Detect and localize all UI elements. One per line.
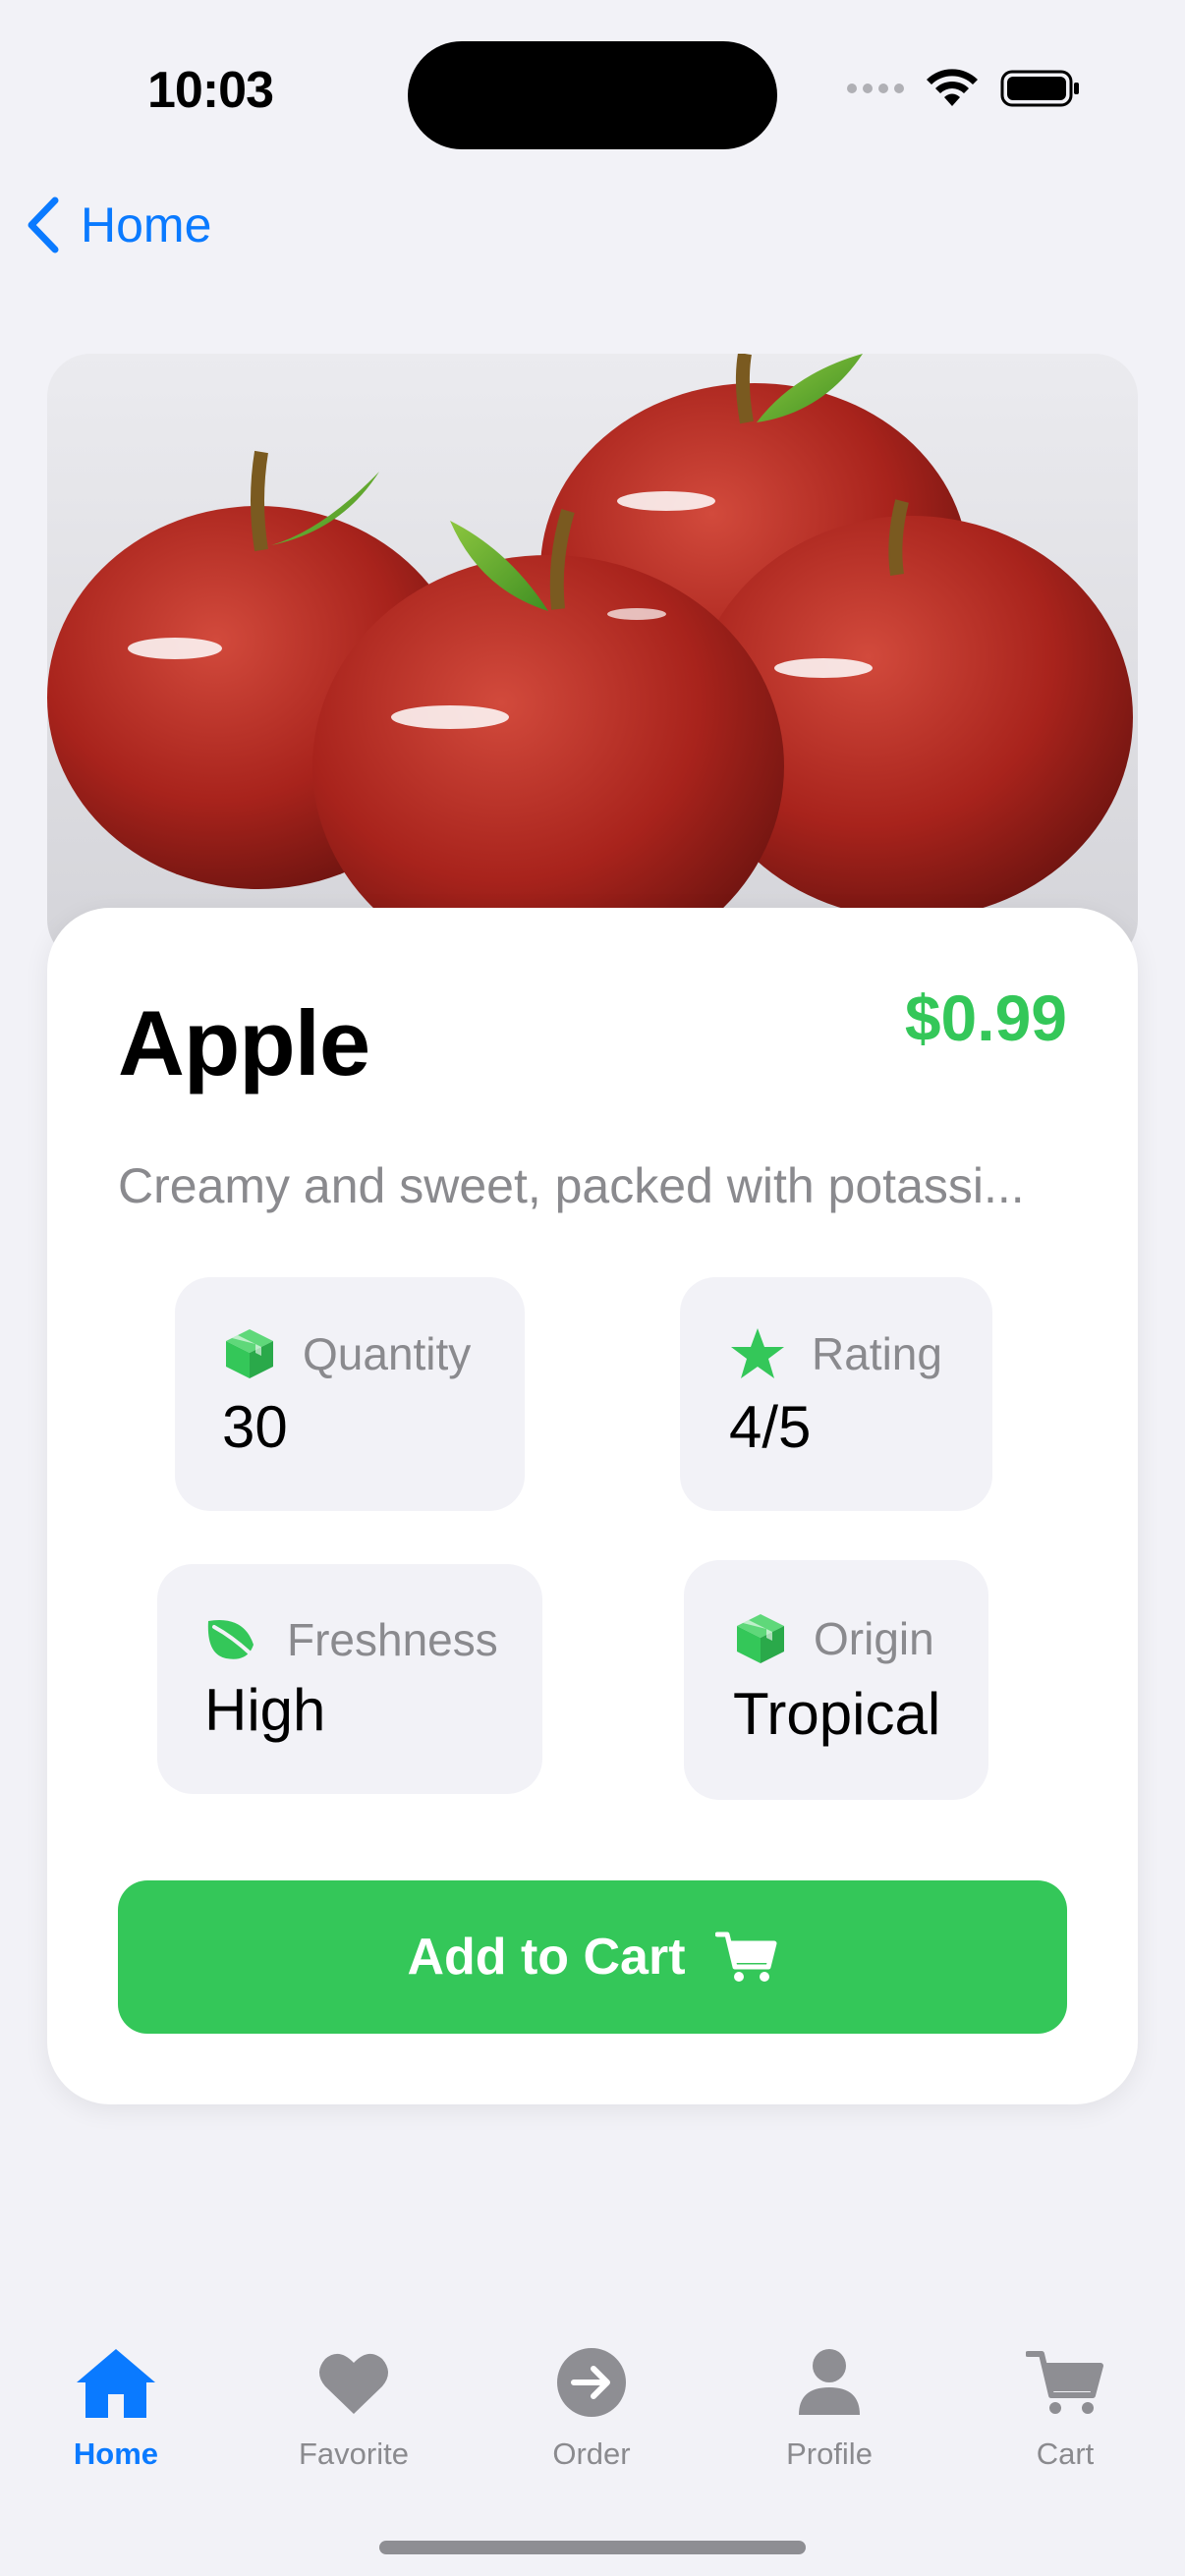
add-to-cart-button[interactable]: Add to Cart [118,1880,1067,2034]
add-to-cart-label: Add to Cart [407,1929,686,1986]
person-icon [799,2349,860,2415]
home-indicator [379,2541,806,2554]
heart-icon [319,2353,388,2414]
tab-bar: Home Favorite Order Profile Cart [0,2338,1185,2495]
tab-label: Profile [786,2436,873,2471]
back-label: Home [81,197,212,252]
dynamic-island [408,41,777,149]
product-description: Creamy and sweet, packed with potassi... [118,1158,1025,1213]
apples-image [47,354,1133,963]
tab-label: Favorite [299,2436,409,2471]
cube-icon [226,1329,273,1378]
arrow-circle-icon [557,2348,626,2417]
status-time: 10:03 [147,62,274,119]
house-icon [77,2349,155,2418]
product-price: $0.99 [904,981,1067,1054]
status-icons [847,69,1081,108]
tab-label: Cart [1036,2436,1095,2471]
cart-icon [714,1932,777,1982]
stat-value: High [204,1677,326,1743]
cube-icon [737,1614,784,1663]
stat-tile-freshness: Freshness High [157,1564,542,1794]
signal-icon [847,84,904,93]
back-button[interactable]: Home [24,196,211,253]
chevron-left-icon [28,196,59,253]
star-icon [731,1328,784,1378]
cart-icon [1026,2351,1103,2414]
stat-label: Origin [814,1613,934,1664]
stat-tile-quantity: Quantity 30 [175,1277,525,1511]
tab-label: Home [73,2436,159,2471]
tab-home[interactable]: Home [18,2338,214,2472]
tab-profile[interactable]: Profile [731,2338,928,2472]
stat-label: Quantity [303,1328,472,1379]
stat-label: Freshness [287,1614,498,1665]
product-detail-screen: 10:03 Home Apple $0.99 Creamy and sweet,… [0,0,1185,2576]
stat-label: Rating [812,1328,942,1379]
tab-cart[interactable]: Cart [967,2338,1163,2472]
product-image [47,354,1138,963]
tab-order[interactable]: Order [493,2338,690,2472]
stat-tile-rating: Rating 4/5 [680,1277,992,1511]
stat-tile-origin: Origin Tropical [684,1560,988,1800]
product-card: Apple $0.99 Creamy and sweet, packed wit… [47,908,1138,2104]
wifi-icon [927,69,978,106]
stat-value: 30 [222,1394,288,1460]
tab-label: Order [552,2436,631,2471]
stat-value: 4/5 [729,1394,812,1460]
tab-favorite[interactable]: Favorite [255,2338,452,2472]
battery-icon [1000,70,1079,107]
product-title: Apple [118,991,370,1094]
leaf-icon [207,1620,259,1662]
stat-value: Tropical [733,1681,941,1747]
